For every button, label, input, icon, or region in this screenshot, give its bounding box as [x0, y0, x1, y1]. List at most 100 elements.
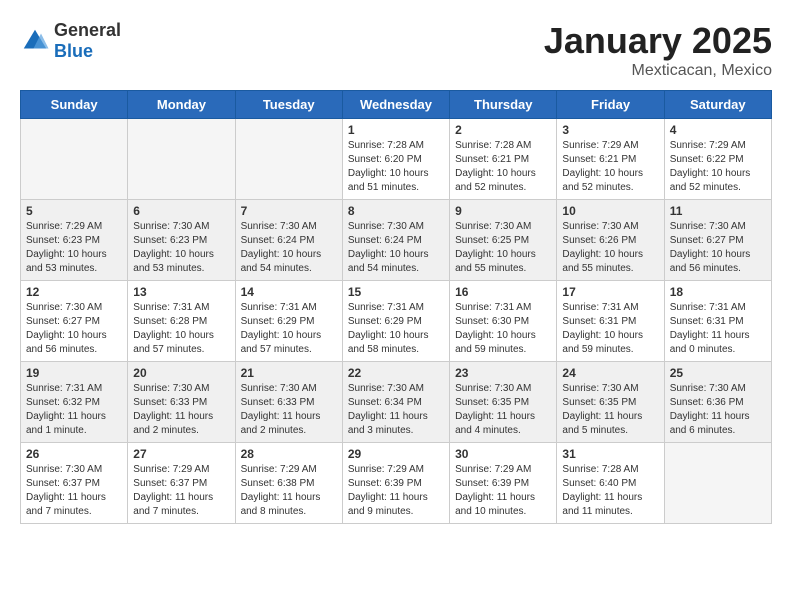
day-info: Sunrise: 7:31 AM Sunset: 6:30 PM Dayligh…: [455, 301, 551, 357]
day-number: 26: [26, 447, 122, 461]
day-number: 23: [455, 366, 551, 380]
calendar-week-row: 19Sunrise: 7:31 AM Sunset: 6:32 PM Dayli…: [21, 362, 772, 443]
day-number: 10: [562, 204, 658, 218]
day-info: Sunrise: 7:29 AM Sunset: 6:39 PM Dayligh…: [348, 463, 444, 519]
day-number: 7: [241, 204, 337, 218]
day-info: Sunrise: 7:30 AM Sunset: 6:36 PM Dayligh…: [670, 382, 766, 438]
calendar-day-cell: [21, 119, 128, 200]
weekday-header-tuesday: Tuesday: [235, 91, 342, 119]
calendar-table: SundayMondayTuesdayWednesdayThursdayFrid…: [20, 90, 772, 524]
day-number: 12: [26, 285, 122, 299]
day-number: 16: [455, 285, 551, 299]
calendar-day-cell: 20 Sunrise: 7:30 AM Sunset: 6:33 PM Dayli…: [128, 362, 235, 443]
day-info: Sunrise: 7:28 AM Sunset: 6:40 PM Dayligh…: [562, 463, 658, 519]
day-number: 14: [241, 285, 337, 299]
day-number: 2: [455, 123, 551, 137]
weekday-header-sunday: Sunday: [21, 91, 128, 119]
calendar-week-row: 1Sunrise: 7:28 AM Sunset: 6:20 PM Daylig…: [21, 119, 772, 200]
location-title: Mexticacan, Mexico: [544, 62, 772, 80]
calendar-week-row: 26 Sunrise: 7:30 AM Sunset: 6:37 PM Dayli…: [21, 443, 772, 524]
day-number: 29: [348, 447, 444, 461]
logo-general-text: General: [54, 20, 121, 40]
calendar-day-cell: 3 Sunrise: 7:29 AM Sunset: 6:21 PM Daylig…: [557, 119, 664, 200]
day-number: 8: [348, 204, 444, 218]
month-year-title: January 2025: [544, 20, 772, 62]
calendar-day-cell: 17 Sunrise: 7:31 AM Sunset: 6:31 PM Dayli…: [557, 281, 664, 362]
calendar-day-cell: 10 Sunrise: 7:30 AM Sunset: 6:26 PM Dayli…: [557, 200, 664, 281]
calendar-body: 1Sunrise: 7:28 AM Sunset: 6:20 PM Daylig…: [21, 119, 772, 524]
day-info: Sunrise: 7:30 AM Sunset: 6:37 PM Dayligh…: [26, 463, 122, 519]
day-number: 24: [562, 366, 658, 380]
page-container: General Blue January 2025 Mexticacan, Me…: [20, 20, 772, 524]
day-number: 31: [562, 447, 658, 461]
calendar-day-cell: 9Sunrise: 7:30 AM Sunset: 6:25 PM Daylig…: [450, 200, 557, 281]
calendar-day-cell: 5 Sunrise: 7:29 AM Sunset: 6:23 PM Daylig…: [21, 200, 128, 281]
day-number: 21: [241, 366, 337, 380]
calendar-week-row: 12Sunrise: 7:30 AM Sunset: 6:27 PM Dayli…: [21, 281, 772, 362]
day-info: Sunrise: 7:29 AM Sunset: 6:21 PM Dayligh…: [562, 139, 658, 195]
calendar-day-cell: 15 Sunrise: 7:31 AM Sunset: 6:29 PM Dayli…: [342, 281, 449, 362]
day-number: 25: [670, 366, 766, 380]
day-info: Sunrise: 7:29 AM Sunset: 6:22 PM Dayligh…: [670, 139, 766, 195]
logo-icon: [20, 26, 50, 56]
day-info: Sunrise: 7:30 AM Sunset: 6:33 PM Dayligh…: [133, 382, 229, 438]
weekday-header-friday: Friday: [557, 91, 664, 119]
logo-blue-text: Blue: [54, 41, 93, 61]
calendar-day-cell: 18Sunrise: 7:31 AM Sunset: 6:31 PM Dayli…: [664, 281, 771, 362]
day-info: Sunrise: 7:31 AM Sunset: 6:31 PM Dayligh…: [562, 301, 658, 357]
weekday-header-saturday: Saturday: [664, 91, 771, 119]
calendar-day-cell: 21 Sunrise: 7:30 AM Sunset: 6:33 PM Dayli…: [235, 362, 342, 443]
day-number: 17: [562, 285, 658, 299]
calendar-day-cell: 19Sunrise: 7:31 AM Sunset: 6:32 PM Dayli…: [21, 362, 128, 443]
day-number: 27: [133, 447, 229, 461]
weekday-header-monday: Monday: [128, 91, 235, 119]
day-info: Sunrise: 7:30 AM Sunset: 6:24 PM Dayligh…: [241, 220, 337, 276]
day-info: Sunrise: 7:29 AM Sunset: 6:23 PM Dayligh…: [26, 220, 122, 276]
calendar-day-cell: [128, 119, 235, 200]
day-info: Sunrise: 7:30 AM Sunset: 6:23 PM Dayligh…: [133, 220, 229, 276]
calendar-day-cell: 26 Sunrise: 7:30 AM Sunset: 6:37 PM Dayli…: [21, 443, 128, 524]
day-number: 20: [133, 366, 229, 380]
calendar-day-cell: 23Sunrise: 7:30 AM Sunset: 6:35 PM Dayli…: [450, 362, 557, 443]
day-info: Sunrise: 7:29 AM Sunset: 6:39 PM Dayligh…: [455, 463, 551, 519]
calendar-week-row: 5 Sunrise: 7:29 AM Sunset: 6:23 PM Daylig…: [21, 200, 772, 281]
calendar-day-cell: 30 Sunrise: 7:29 AM Sunset: 6:39 PM Dayli…: [450, 443, 557, 524]
day-number: 30: [455, 447, 551, 461]
calendar-day-cell: 16 Sunrise: 7:31 AM Sunset: 6:30 PM Dayli…: [450, 281, 557, 362]
day-info: Sunrise: 7:28 AM Sunset: 6:21 PM Dayligh…: [455, 139, 551, 195]
calendar-day-cell: 13Sunrise: 7:31 AM Sunset: 6:28 PM Dayli…: [128, 281, 235, 362]
day-info: Sunrise: 7:31 AM Sunset: 6:29 PM Dayligh…: [241, 301, 337, 357]
title-area: January 2025 Mexticacan, Mexico: [544, 20, 772, 80]
calendar-day-cell: 22Sunrise: 7:30 AM Sunset: 6:34 PM Dayli…: [342, 362, 449, 443]
header-area: General Blue January 2025 Mexticacan, Me…: [20, 20, 772, 80]
day-info: Sunrise: 7:30 AM Sunset: 6:34 PM Dayligh…: [348, 382, 444, 438]
calendar-day-cell: 2 Sunrise: 7:28 AM Sunset: 6:21 PM Daylig…: [450, 119, 557, 200]
logo: General Blue: [20, 20, 121, 62]
day-info: Sunrise: 7:30 AM Sunset: 6:35 PM Dayligh…: [562, 382, 658, 438]
day-info: Sunrise: 7:31 AM Sunset: 6:29 PM Dayligh…: [348, 301, 444, 357]
calendar-day-cell: 28 Sunrise: 7:29 AM Sunset: 6:38 PM Dayli…: [235, 443, 342, 524]
day-number: 5: [26, 204, 122, 218]
weekday-header-thursday: Thursday: [450, 91, 557, 119]
day-info: Sunrise: 7:31 AM Sunset: 6:28 PM Dayligh…: [133, 301, 229, 357]
day-number: 28: [241, 447, 337, 461]
day-info: Sunrise: 7:29 AM Sunset: 6:37 PM Dayligh…: [133, 463, 229, 519]
calendar-header: SundayMondayTuesdayWednesdayThursdayFrid…: [21, 91, 772, 119]
calendar-day-cell: [235, 119, 342, 200]
calendar-day-cell: 12Sunrise: 7:30 AM Sunset: 6:27 PM Dayli…: [21, 281, 128, 362]
weekday-header-wednesday: Wednesday: [342, 91, 449, 119]
day-info: Sunrise: 7:31 AM Sunset: 6:31 PM Dayligh…: [670, 301, 766, 357]
day-info: Sunrise: 7:30 AM Sunset: 6:24 PM Dayligh…: [348, 220, 444, 276]
day-number: 3: [562, 123, 658, 137]
day-info: Sunrise: 7:28 AM Sunset: 6:20 PM Dayligh…: [348, 139, 444, 195]
day-info: Sunrise: 7:29 AM Sunset: 6:38 PM Dayligh…: [241, 463, 337, 519]
day-info: Sunrise: 7:30 AM Sunset: 6:33 PM Dayligh…: [241, 382, 337, 438]
day-number: 9: [455, 204, 551, 218]
calendar-day-cell: 6Sunrise: 7:30 AM Sunset: 6:23 PM Daylig…: [128, 200, 235, 281]
calendar-day-cell: 4Sunrise: 7:29 AM Sunset: 6:22 PM Daylig…: [664, 119, 771, 200]
calendar-day-cell: 29 Sunrise: 7:29 AM Sunset: 6:39 PM Dayli…: [342, 443, 449, 524]
day-number: 15: [348, 285, 444, 299]
calendar-day-cell: 11Sunrise: 7:30 AM Sunset: 6:27 PM Dayli…: [664, 200, 771, 281]
day-number: 19: [26, 366, 122, 380]
day-info: Sunrise: 7:30 AM Sunset: 6:26 PM Dayligh…: [562, 220, 658, 276]
